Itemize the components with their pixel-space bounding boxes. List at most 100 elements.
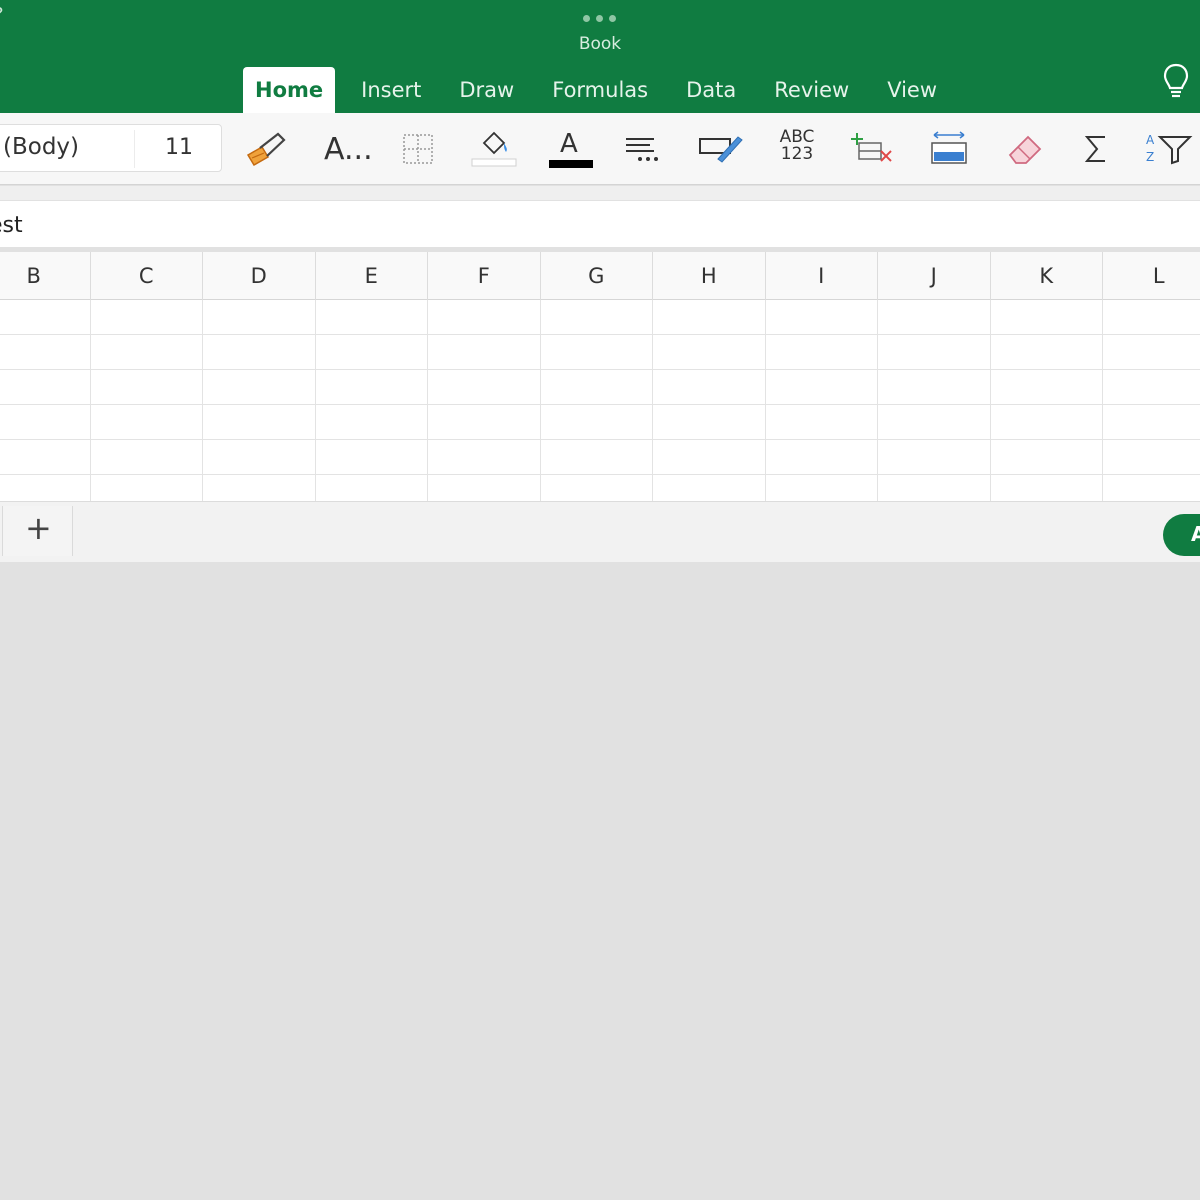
tab-home[interactable]: Home <box>243 67 336 113</box>
tab-review[interactable]: Review <box>755 67 868 113</box>
autosum-button[interactable] <box>1071 125 1127 173</box>
fit-columns-button[interactable] <box>922 125 978 173</box>
cell[interactable] <box>765 405 878 440</box>
cell[interactable] <box>0 335 91 370</box>
cell[interactable] <box>0 440 91 475</box>
cell[interactable] <box>653 335 766 370</box>
cell[interactable] <box>315 405 428 440</box>
alignment-icon <box>626 138 658 161</box>
cell[interactable] <box>990 440 1103 475</box>
cell[interactable] <box>0 405 91 440</box>
cell-style-button[interactable] <box>692 125 748 173</box>
column-header-f[interactable]: F <box>428 252 541 300</box>
tab-formulas[interactable]: Formulas <box>533 67 667 113</box>
font-style-button[interactable]: A... <box>318 125 374 173</box>
tab-view[interactable]: View <box>868 67 956 113</box>
cell[interactable] <box>203 405 316 440</box>
more-options-icon[interactable] <box>583 15 619 23</box>
sheet-pill-button[interactable]: A <box>1163 514 1200 556</box>
cell[interactable] <box>653 440 766 475</box>
format-painter-button[interactable] <box>240 125 296 173</box>
cell[interactable] <box>990 370 1103 405</box>
column-header-e[interactable]: E <box>316 252 428 300</box>
formula-bar[interactable]: est <box>0 200 1200 248</box>
column-header-j[interactable]: J <box>878 252 991 300</box>
column-header-d[interactable]: D <box>203 252 316 300</box>
cell[interactable] <box>428 440 541 475</box>
cell[interactable] <box>1103 335 1200 370</box>
column-header-g[interactable]: G <box>541 252 653 300</box>
cell[interactable] <box>428 300 541 335</box>
cell[interactable] <box>540 300 653 335</box>
tab-data[interactable]: Data <box>667 67 755 113</box>
cell[interactable] <box>540 405 653 440</box>
cell[interactable] <box>315 370 428 405</box>
tab-insert[interactable]: Insert <box>342 67 440 113</box>
cell[interactable] <box>878 335 991 370</box>
column-header-k[interactable]: K <box>991 252 1103 300</box>
cell[interactable] <box>428 335 541 370</box>
cell[interactable] <box>203 370 316 405</box>
font-picker[interactable]: (Body) 11 <box>0 124 222 172</box>
borders-button[interactable] <box>390 125 446 173</box>
font-name[interactable]: (Body) <box>3 134 79 160</box>
add-sheet-button[interactable]: + <box>2 506 73 556</box>
column-header-l[interactable]: L <box>1103 252 1200 300</box>
cell[interactable] <box>878 300 991 335</box>
cell[interactable] <box>1103 405 1200 440</box>
tab-draw[interactable]: Draw <box>440 67 533 113</box>
cell[interactable] <box>90 300 203 335</box>
cell[interactable] <box>315 300 428 335</box>
column-header-b[interactable]: B <box>0 252 91 300</box>
cell[interactable] <box>203 335 316 370</box>
cell[interactable] <box>1103 370 1200 405</box>
cell[interactable] <box>90 370 203 405</box>
cell[interactable] <box>765 440 878 475</box>
cell[interactable] <box>990 300 1103 335</box>
column-header-h[interactable]: H <box>653 252 766 300</box>
cell[interactable] <box>990 405 1103 440</box>
insert-delete-button[interactable] <box>845 125 901 173</box>
cell[interactable] <box>0 370 91 405</box>
number-format-button[interactable]: ABC 123 <box>769 125 825 173</box>
plus-icon: + <box>25 509 52 547</box>
cell[interactable] <box>90 440 203 475</box>
lightbulb-icon[interactable] <box>1158 61 1194 101</box>
cell[interactable] <box>653 405 766 440</box>
cell[interactable] <box>1103 300 1200 335</box>
cell[interactable] <box>878 370 991 405</box>
cell[interactable] <box>765 335 878 370</box>
fill-color-button[interactable] <box>466 125 522 173</box>
cell[interactable] <box>315 440 428 475</box>
cell[interactable] <box>540 440 653 475</box>
sort-filter-button[interactable]: A Z <box>1144 125 1200 173</box>
column-header-i[interactable]: I <box>766 252 878 300</box>
cell[interactable] <box>878 405 991 440</box>
alignment-button[interactable] <box>616 125 672 173</box>
cell[interactable] <box>315 335 428 370</box>
cell[interactable] <box>1103 440 1200 475</box>
cell[interactable] <box>653 370 766 405</box>
clear-button[interactable] <box>998 125 1054 173</box>
sheet-bar: + A <box>0 501 1200 562</box>
cell[interactable] <box>90 405 203 440</box>
font-size[interactable]: 11 <box>165 135 193 160</box>
cell[interactable] <box>90 335 203 370</box>
cell[interactable] <box>540 335 653 370</box>
cell[interactable] <box>653 300 766 335</box>
document-title[interactable]: Book <box>500 34 700 54</box>
cell[interactable] <box>203 440 316 475</box>
cell[interactable] <box>990 335 1103 370</box>
cell[interactable] <box>765 370 878 405</box>
cell[interactable] <box>428 405 541 440</box>
cell[interactable] <box>878 440 991 475</box>
cell[interactable] <box>203 300 316 335</box>
cell[interactable] <box>0 300 91 335</box>
formula-input[interactable]: est <box>0 213 23 238</box>
cell[interactable] <box>540 370 653 405</box>
cell[interactable] <box>765 300 878 335</box>
back-glyph[interactable]: ? <box>0 4 4 25</box>
font-color-button[interactable]: A <box>543 125 599 173</box>
cell[interactable] <box>428 370 541 405</box>
column-header-c[interactable]: C <box>91 252 203 300</box>
